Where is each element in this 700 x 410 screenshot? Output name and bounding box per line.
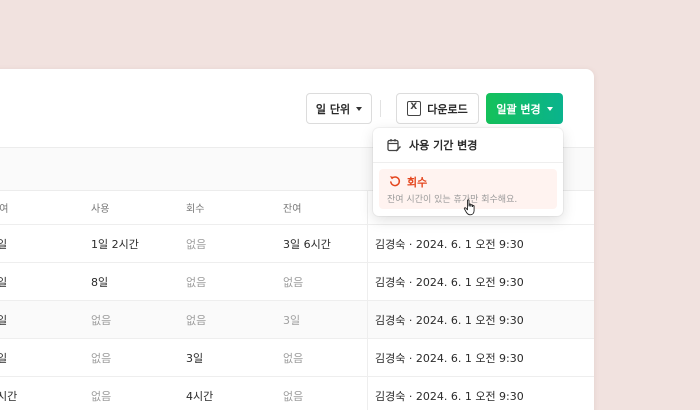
modified-cell: 김경숙 · 2024. 6. 1 오전 9:30 [375,389,524,403]
table-row[interactable]: 8일 8일 없음 없음 김경숙 · 2024. 6. 1 오전 9:30 [0,263,594,301]
modified-cell: 김경숙 · 2024. 6. 1 오전 9:30 [375,351,524,365]
bulk-change-button[interactable]: 일괄 변경 [486,93,563,124]
revoked-cell: 없음 [186,237,207,251]
menu-item-change-period-label: 사용 기간 변경 [409,139,478,152]
toolbar-divider [380,100,381,117]
table-row[interactable]: 4시간 없음 4시간 없음 김경숙 · 2024. 6. 1 오전 9:30 [0,377,594,410]
bulk-change-label: 일괄 변경 [496,102,541,116]
download-label: 다운로드 [427,102,468,116]
revoked-cell: 없음 [186,275,207,289]
menu-item-revoke-description: 잔여 시간이 있는 휴가만 회수해요. [387,195,518,205]
remaining-cell: 3일 [283,313,301,327]
granted-cell: 5일 [0,237,8,251]
used-cell: 없음 [91,313,112,327]
remaining-cell: 없음 [283,275,304,289]
header-granted[interactable]: 부여 [0,191,82,224]
leave-table-card: 일 단위 다운로드 일괄 변경 부여 사용 회수 잔여 5일 1일 2시간 없음… [0,69,594,410]
column-divider [367,263,368,300]
modified-cell: 김경숙 · 2024. 6. 1 오전 9:30 [375,237,524,251]
modified-cell: 김경숙 · 2024. 6. 1 오전 9:30 [375,275,524,289]
unit-select-label: 일 단위 [315,102,351,116]
hand-cursor-icon [463,199,475,216]
remaining-cell: 3일 6시간 [283,237,331,251]
column-divider [367,377,368,410]
undo-icon [389,176,401,187]
header-used[interactable]: 사용 [91,191,181,224]
header-revoked[interactable]: 회수 [186,191,276,224]
table-row[interactable]: 3일 없음 없음 3일 김경숙 · 2024. 6. 1 오전 9:30 [0,301,594,339]
column-divider [367,225,368,262]
granted-cell: 3일 [0,351,8,365]
table-row[interactable]: 3일 없음 3일 없음 김경숙 · 2024. 6. 1 오전 9:30 [0,339,594,377]
download-button[interactable]: 다운로드 [396,93,479,124]
remaining-cell: 없음 [283,389,304,403]
used-cell: 없음 [91,389,112,403]
revoked-cell: 3일 [186,351,204,365]
modified-cell: 김경숙 · 2024. 6. 1 오전 9:30 [375,313,524,327]
remaining-cell: 없음 [283,351,304,365]
calendar-edit-icon [387,139,401,152]
leave-table: 부여 사용 회수 잔여 5일 1일 2시간 없음 3일 6시간 김경숙 · 20… [0,191,594,410]
granted-cell: 3일 [0,313,8,327]
unit-select-button[interactable]: 일 단위 [306,93,372,124]
table-row[interactable]: 5일 1일 2시간 없음 3일 6시간 김경숙 · 2024. 6. 1 오전 … [0,225,594,263]
chevron-down-icon [356,106,363,111]
granted-cell: 4시간 [0,389,18,403]
used-cell: 없음 [91,351,112,365]
header-remaining[interactable]: 잔여 [283,191,373,224]
column-divider [367,339,368,376]
column-divider [367,301,368,338]
revoked-cell: 없음 [186,313,207,327]
excel-icon [407,101,422,116]
used-cell: 8일 [91,275,109,289]
menu-item-change-period[interactable]: 사용 기간 변경 [373,128,563,163]
chevron-down-icon [546,106,553,111]
column-divider [367,191,368,224]
granted-cell: 8일 [0,275,8,289]
used-cell: 1일 2시간 [91,237,139,251]
menu-item-revoke-label: 회수 [407,176,428,189]
revoked-cell: 4시간 [186,389,214,403]
